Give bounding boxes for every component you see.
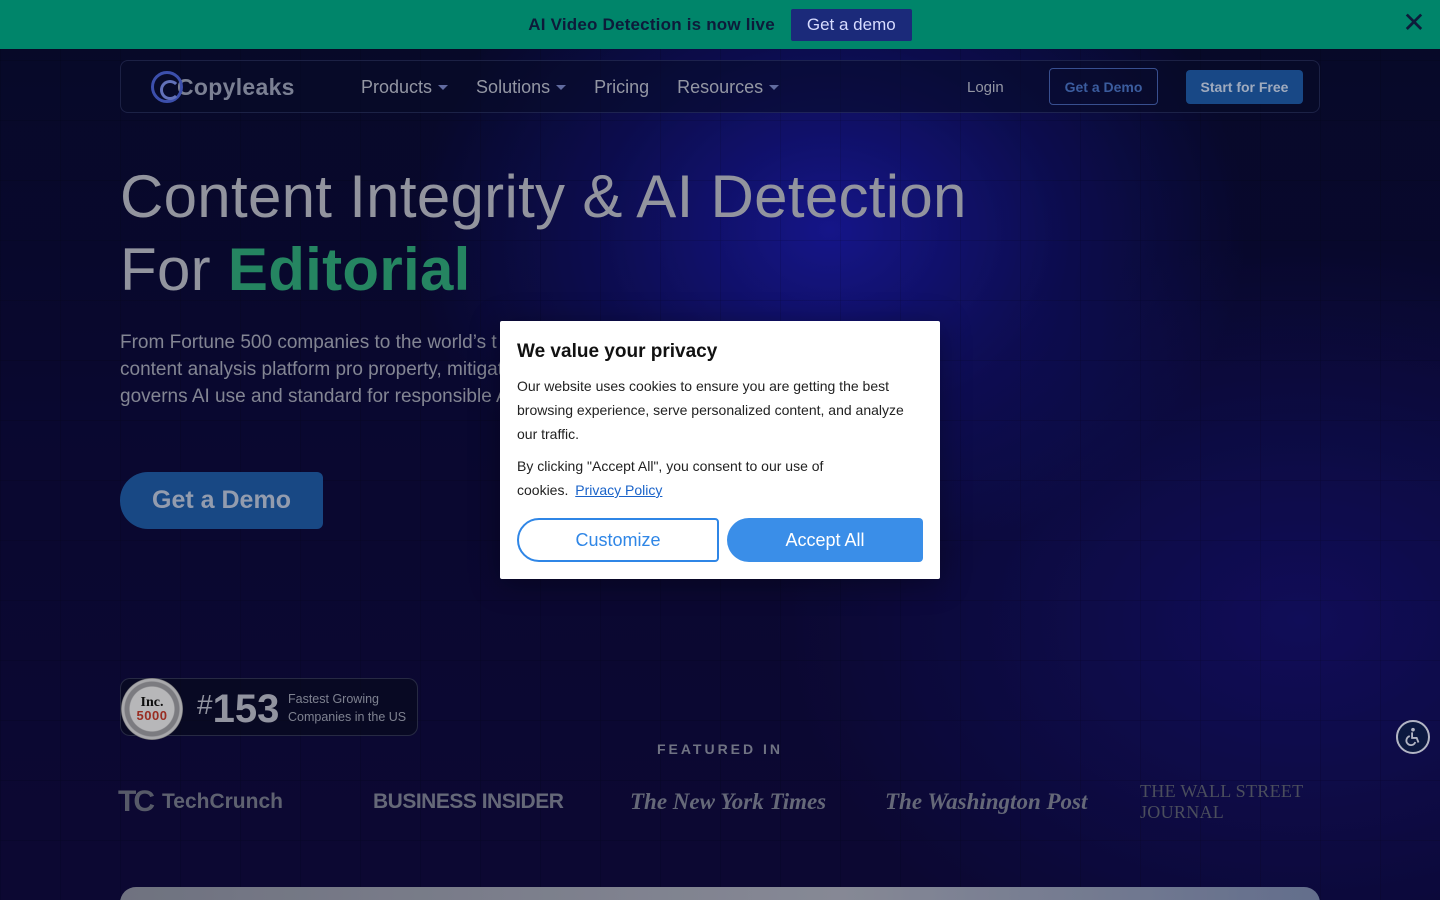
cookie-consent-text: By clicking "Accept All", you consent to… (517, 458, 824, 498)
announcement-demo-button[interactable]: Get a demo (790, 8, 912, 41)
cookie-dialog-body: Our website uses cookies to ensure you a… (517, 378, 904, 442)
announcement-bar: AI Video Detection is now live Get a dem… (0, 0, 1440, 49)
customize-button[interactable]: Customize (517, 518, 719, 562)
cookie-dialog-title: We value your privacy (517, 341, 718, 362)
accept-all-button[interactable]: Accept All (727, 518, 923, 562)
close-icon[interactable]: ✕ (1402, 9, 1426, 37)
announcement-text: AI Video Detection is now live (528, 14, 775, 34)
cookie-dialog-consent: By clicking "Accept All", you consent to… (517, 454, 847, 502)
privacy-policy-link[interactable]: Privacy Policy (575, 482, 662, 498)
